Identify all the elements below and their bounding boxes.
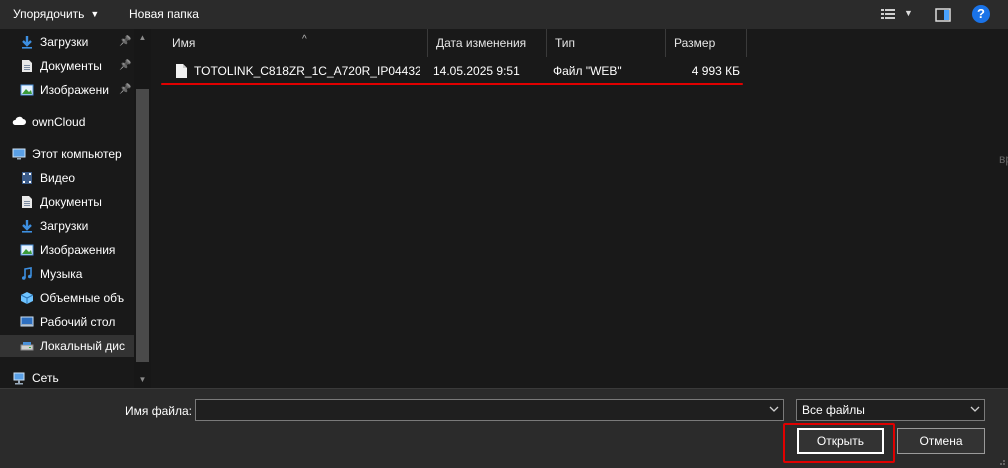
sidebar-item-2[interactable]: Документы 📌: [0, 55, 134, 77]
sidebar-item-3[interactable]: Изображени 📌: [0, 79, 134, 101]
sidebar-item-label: Рабочий стол: [40, 315, 116, 329]
network-icon: [13, 372, 25, 385]
sidebar-item-label: Документы: [40, 195, 102, 209]
sidebar-item-label: Музыка: [40, 267, 83, 281]
sidebar-item-label: Загрузки: [40, 35, 89, 49]
pin-icon: 📌: [119, 60, 132, 71]
3d-objects-icon: [20, 292, 34, 304]
sidebar-item-label: Документы: [40, 59, 102, 73]
download-arrow-icon: [22, 36, 32, 49]
file-name-label: Имя файла:: [125, 404, 192, 418]
scroll-down-arrow-icon[interactable]: ▼: [134, 371, 151, 388]
file-name: TOTOLINK_C818ZR_1C_A720R_IP04432_8...: [194, 64, 420, 78]
resize-grip-icon[interactable]: [996, 456, 1006, 466]
sort-ascending-icon: ^: [302, 34, 307, 45]
sidebar-item-label: Этот компьютер: [32, 147, 122, 161]
file-type: Файл "WEB": [553, 64, 622, 78]
sidebar-item-4[interactable]: ownCloud: [0, 111, 134, 133]
pin-icon: 📌: [119, 36, 132, 47]
preview-pane-icon[interactable]: [935, 7, 951, 23]
sidebar-item-label: Изображения: [40, 243, 116, 257]
file-type-filter-select[interactable]: Все файлы: [796, 399, 985, 421]
sidebar-item-label: Объемные объ: [40, 291, 125, 305]
navigation-pane: Загрузки 📌 Документы 📌 Изображени 📌 ownCloud Эт…: [0, 29, 152, 388]
sidebar-item-label: Изображени: [40, 83, 109, 97]
highlight-underline: [161, 83, 743, 85]
sidebar-item-label: ownCloud: [32, 115, 86, 129]
document-icon: [22, 196, 32, 208]
sidebar-item-label: Сеть: [32, 371, 59, 385]
sidebar-item-label: Загрузки: [40, 219, 89, 233]
cloud-icon: [12, 116, 26, 125]
column-name-label: Имя: [172, 36, 196, 50]
column-header-name[interactable]: Имя ^: [164, 29, 428, 57]
music-note-icon: [22, 267, 32, 280]
filter-value: Все файлы: [802, 403, 865, 417]
scroll-thumb[interactable]: [136, 89, 149, 362]
open-button-highlight: [783, 423, 895, 463]
column-header-size[interactable]: Размер: [666, 29, 747, 57]
view-details-icon[interactable]: [880, 7, 896, 23]
local-disk-icon: [20, 342, 34, 351]
desktop-icon: [20, 316, 34, 327]
sidebar-item-11[interactable]: Объемные объ: [0, 287, 134, 309]
pictures-icon: [20, 244, 34, 256]
column-header-type[interactable]: Тип: [547, 29, 666, 57]
file-name-combobox[interactable]: [195, 399, 784, 421]
file-size: 4 993 КБ: [691, 64, 740, 78]
sidebar-item-10[interactable]: Музыка: [0, 263, 134, 285]
file-date: 14.05.2025 9:51: [433, 64, 520, 78]
file-row[interactable]: TOTOLINK_C818ZR_1C_A720R_IP04432_8... 14…: [160, 61, 746, 81]
sidebar-item-7[interactable]: Документы: [0, 191, 134, 213]
sidebar-item-6[interactable]: Видео: [0, 167, 134, 189]
sidebar-item-14[interactable]: Сеть: [0, 367, 134, 388]
video-icon: [22, 172, 32, 184]
chevron-down-icon[interactable]: [970, 404, 980, 414]
column-header-date[interactable]: Дата изменения: [428, 29, 547, 57]
sidebar-item-9[interactable]: Изображения: [0, 239, 134, 261]
pictures-icon: [20, 84, 34, 96]
organize-button[interactable]: Упорядочить ▼: [13, 0, 99, 29]
sidebar-item-label: Видео: [40, 171, 76, 185]
file-icon: [176, 64, 187, 78]
organize-label: Упорядочить: [13, 7, 85, 21]
new-folder-button[interactable]: Новая папка: [129, 0, 199, 29]
document-icon: [22, 60, 32, 72]
toolbar: Упорядочить ▼ Новая папка ▼ ?: [0, 0, 1008, 30]
sidebar-item-8[interactable]: Загрузки: [0, 215, 134, 237]
sidebar-item-5[interactable]: Этот компьютер: [0, 143, 134, 165]
scroll-up-arrow-icon[interactable]: ▲: [134, 29, 151, 46]
file-list: Имя ^ Дата изменения Тип Размер TOTOLINK…: [152, 29, 1008, 388]
download-arrow-icon: [22, 220, 32, 233]
view-options-chevron-icon[interactable]: ▼: [904, 8, 913, 18]
pin-icon: 📌: [119, 84, 132, 95]
help-icon[interactable]: ?: [972, 5, 990, 23]
chevron-down-icon[interactable]: [769, 404, 779, 414]
sidebar-item-label: Локальный дис: [40, 339, 125, 353]
sidebar-item-13[interactable]: Локальный дис: [0, 335, 134, 357]
cancel-button[interactable]: Отмена: [897, 428, 985, 454]
clipped-text: вр: [999, 152, 1008, 166]
chevron-down-icon: ▼: [90, 9, 100, 19]
sidebar-item-1[interactable]: Загрузки 📌: [0, 31, 134, 53]
computer-icon: [12, 148, 26, 160]
file-name-input[interactable]: [196, 400, 772, 420]
nav-scrollbar[interactable]: ▲ ▼: [134, 29, 151, 388]
sidebar-item-12[interactable]: Рабочий стол: [0, 311, 134, 333]
